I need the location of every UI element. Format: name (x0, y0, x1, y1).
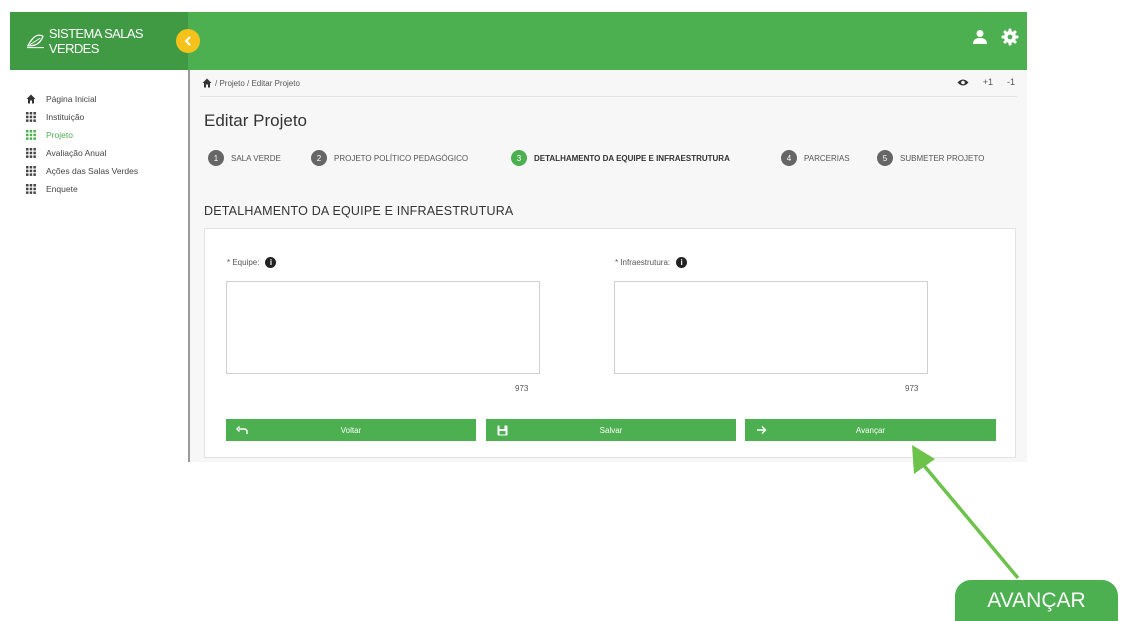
home-icon (26, 94, 36, 104)
next-button[interactable]: Avançar (745, 419, 996, 441)
topbar-actions (971, 28, 1019, 46)
breadcrumb: / Projeto / Editar Projeto (202, 78, 300, 88)
sidebar-item-avaliacao-anual[interactable]: Avaliação Anual (26, 148, 106, 158)
gear-icon[interactable] (1001, 28, 1019, 46)
sidebar-item-pagina-inicial[interactable]: Página Inicial (26, 94, 97, 104)
sidebar-item-label: Enquete (46, 184, 78, 194)
leaf-logo-icon (26, 34, 44, 49)
app-window: SISTEMA SALAS VERDES Página Inicial Inst… (10, 12, 1027, 462)
arrow-right-icon (755, 424, 767, 436)
infraestrutura-char-counter: 973 (905, 384, 919, 393)
step-detalhamento-equipe[interactable]: 3 DETALHAMENTO DA EQUIPE E INFRAESTRUTUR… (511, 150, 730, 166)
step-label: DETALHAMENTO DA EQUIPE E INFRAESTRUTURA (534, 153, 730, 163)
sidebar-item-label: Ações das Salas Verdes (46, 166, 139, 176)
zoom-in-button[interactable]: +1 (983, 77, 993, 87)
brand[interactable]: SISTEMA SALAS VERDES (10, 12, 188, 70)
main-content: / Projeto / Editar Projeto +1 -1 Editar … (188, 70, 1027, 462)
back-button-label: Voltar (340, 425, 362, 435)
collapse-sidebar-button[interactable] (176, 29, 200, 53)
step-number: 5 (877, 150, 893, 166)
equipe-char-counter: 973 (515, 384, 529, 393)
step-submeter-projeto[interactable]: 5 SUBMETER PROJETO (877, 150, 984, 166)
zoom-controls: +1 -1 (957, 77, 1015, 87)
infraestrutura-label: * Infraestrutura: i (615, 257, 688, 268)
infraestrutura-textarea[interactable] (614, 281, 928, 374)
form-card: * Equipe: i 973 * Infraestrutura: i 973 … (204, 228, 1016, 458)
step-label: SUBMETER PROJETO (900, 153, 985, 163)
brand-name: SISTEMA SALAS VERDES (48, 26, 144, 56)
grid-icon (26, 112, 36, 122)
equipe-label: * Equipe: i (227, 257, 277, 268)
step-label: PARCERIAS (804, 153, 850, 163)
sidebar-item-label: Projeto (46, 130, 73, 140)
chevron-left-icon (184, 36, 191, 46)
top-bar: SISTEMA SALAS VERDES (10, 12, 1027, 70)
sidebar-item-label: Página Inicial (46, 94, 97, 104)
user-icon[interactable] (971, 28, 989, 46)
step-projeto-politico-pedagogico[interactable]: 2 PROJETO POLÍTICO PEDAGÓGICO (311, 150, 468, 166)
save-button-label: Salvar (599, 425, 623, 435)
eye-icon[interactable] (957, 78, 969, 87)
undo-icon (236, 424, 248, 436)
grid-icon (26, 130, 36, 140)
step-parcerias[interactable]: 4 PARCERIAS (781, 150, 850, 166)
save-button[interactable]: Salvar (486, 419, 736, 441)
step-number: 2 (311, 150, 327, 166)
grid-icon (26, 184, 36, 194)
sidebar: Página Inicial Instituição Projeto Avali… (10, 70, 188, 462)
sidebar-item-label: Instituição (46, 112, 85, 122)
page-title: Editar Projeto (204, 111, 307, 130)
sidebar-item-label: Avaliação Anual (46, 148, 107, 158)
info-icon[interactable]: i (265, 257, 277, 268)
infraestrutura-label-text: * Infraestrutura: (615, 258, 671, 267)
sidebar-item-enquete[interactable]: Enquete (26, 184, 78, 194)
step-number: 1 (208, 150, 224, 166)
sidebar-item-acoes-salas-verdes[interactable]: Ações das Salas Verdes (26, 166, 138, 176)
sidebar-item-instituicao[interactable]: Instituição (26, 112, 84, 122)
equipe-label-text: * Equipe: (227, 258, 260, 267)
annotation-callout: AVANÇAR (955, 580, 1118, 621)
divider (200, 96, 1017, 97)
home-icon[interactable] (202, 78, 212, 88)
back-button[interactable]: Voltar (226, 419, 476, 441)
step-sala-verde[interactable]: 1 SALA VERDE (208, 150, 281, 166)
step-number: 4 (781, 150, 797, 166)
sidebar-item-projeto[interactable]: Projeto (26, 130, 73, 140)
zoom-out-button[interactable]: -1 (1007, 77, 1015, 87)
grid-icon (26, 166, 36, 176)
floppy-disk-icon (496, 424, 508, 436)
step-number: 3 (511, 150, 527, 166)
wizard-steps: 1 SALA VERDE 2 PROJETO POLÍTICO PEDAGÓGI… (208, 150, 1018, 166)
info-icon[interactable]: i (676, 257, 688, 268)
section-title: DETALHAMENTO DA EQUIPE E INFRAESTRUTURA (204, 204, 514, 218)
grid-icon (26, 148, 36, 158)
breadcrumb-path[interactable]: / Projeto / Editar Projeto (215, 79, 300, 88)
step-label: SALA VERDE (231, 153, 281, 163)
equipe-textarea[interactable] (226, 281, 540, 374)
step-label: PROJETO POLÍTICO PEDAGÓGICO (334, 153, 469, 163)
next-button-label: Avançar (855, 425, 886, 435)
